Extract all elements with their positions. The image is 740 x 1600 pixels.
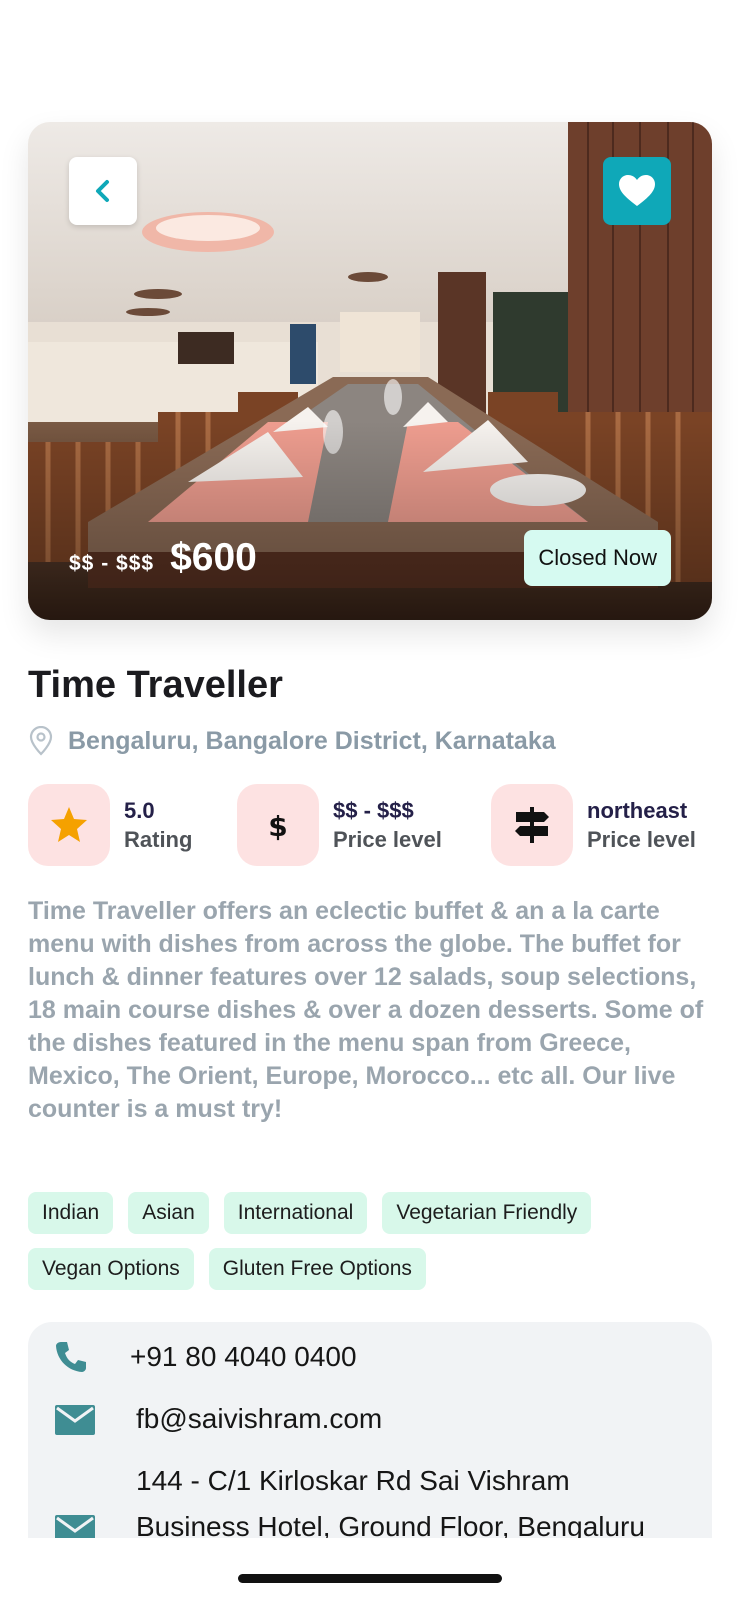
tag-indian[interactable]: Indian xyxy=(28,1192,114,1234)
stat-direction: northeast Price level xyxy=(491,784,696,866)
rating-value: 5.0 xyxy=(124,798,155,823)
stat-rating: 5.0 Rating xyxy=(28,784,192,866)
restaurant-name: Time Traveller xyxy=(28,664,283,706)
restaurant-description: Time Traveller offers an eclectic buffet… xyxy=(28,897,704,1123)
bottom-safe-area xyxy=(0,1538,740,1600)
direction-value: northeast xyxy=(587,798,688,823)
tag-gluten-free-options[interactable]: Gluten Free Options xyxy=(208,1248,426,1290)
envelope-icon xyxy=(55,1405,95,1435)
tag-asian[interactable]: Asian xyxy=(128,1192,209,1234)
signpost-icon xyxy=(515,807,549,843)
chevron-left-icon xyxy=(96,180,109,202)
tag-international[interactable]: International xyxy=(223,1192,368,1234)
hero-price: $$ - $$$ $600 xyxy=(69,536,257,580)
restaurant-location: Bengaluru, Bangalore District, Karnataka xyxy=(28,726,556,756)
price-level-text: $$ - $$$ xyxy=(69,552,155,575)
location-text: Bengaluru, Bangalore District, Karnataka xyxy=(68,726,556,755)
restaurant-hero-image: $$ - $$$ $600 Closed Now xyxy=(28,122,712,620)
favorite-button[interactable] xyxy=(603,157,671,225)
email-address: fb@saivishram.com xyxy=(136,1403,383,1434)
stat-icon-box xyxy=(491,784,573,866)
phone-number: +91 80 4040 0400 xyxy=(130,1341,357,1372)
heart-icon xyxy=(619,175,655,206)
svg-text:$: $ xyxy=(268,810,287,842)
contact-card: +91 80 4040 0400 fb@saivishram.com 144 -… xyxy=(28,1322,712,1552)
stat-price-level: $ $$ - $$$ Price level xyxy=(237,784,442,866)
stat-icon-box xyxy=(28,784,110,866)
price-level-label: Price level xyxy=(333,827,442,852)
home-indicator[interactable] xyxy=(238,1574,502,1583)
price-level-value: $$ - $$$ xyxy=(333,798,414,823)
cuisine-tags: Indian Asian International Vegetarian Fr… xyxy=(28,1192,718,1290)
restaurant-stats: 5.0 Rating $ $$ - $$$ Price level northe… xyxy=(28,784,712,868)
tag-vegetarian-friendly[interactable]: Vegetarian Friendly xyxy=(382,1192,592,1234)
stat-icon-box: $ xyxy=(237,784,319,866)
dollar-icon: $ xyxy=(268,810,287,842)
tag-vegan-options[interactable]: Vegan Options xyxy=(28,1248,194,1290)
star-icon xyxy=(51,807,87,842)
phone-icon xyxy=(56,1342,86,1372)
rating-label: Rating xyxy=(124,827,193,852)
back-button[interactable] xyxy=(69,157,137,225)
direction-label: Price level xyxy=(587,827,696,852)
location-pin-icon xyxy=(29,726,53,756)
status-badge: Closed Now xyxy=(524,530,671,586)
price-amount: $600 xyxy=(170,536,257,579)
address-line-1: 144 - C/1 Kirloskar Rd Sai Vishram xyxy=(136,1465,570,1496)
